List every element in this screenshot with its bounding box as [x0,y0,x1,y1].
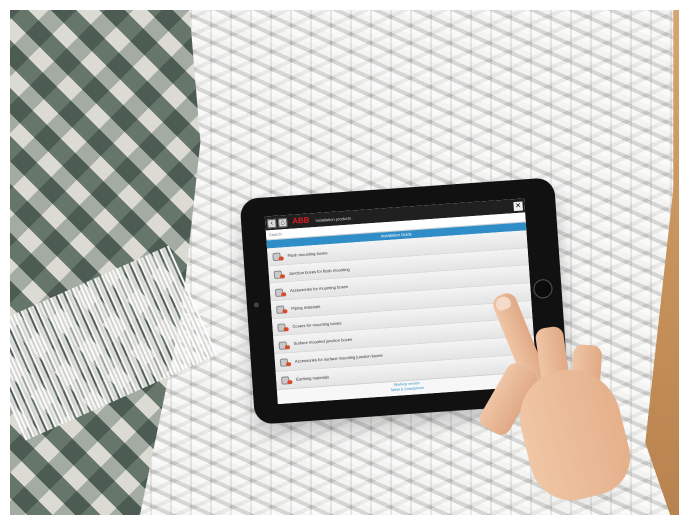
list-item-label: Accessories for mounting boxes [289,284,349,294]
list-item-label: Covers for mounting boxes [292,320,342,329]
app-title: Installation products [315,215,352,223]
list-item-label: Surface mounted junction boxes [293,337,353,347]
product-thumbnail-icon [275,304,288,315]
product-thumbnail-icon [279,357,292,368]
list-item-label: Piping materials [291,303,321,311]
home-icon[interactable]: ⌂ [277,217,288,228]
abb-logo: ABB [291,215,310,226]
list-item-label: Accessories for surface mounting junctio… [294,352,383,364]
product-thumbnail-icon [272,268,285,279]
close-icon[interactable]: ✕ [513,201,523,211]
list-item-label: Flush mounting boxes [287,250,328,258]
product-thumbnail-icon [277,339,290,350]
front-camera-icon [253,302,260,308]
list-item-label: Junction boxes for flush mounting [288,266,350,276]
product-thumbnail-icon [276,321,289,332]
fingernail [493,294,513,313]
back-icon[interactable]: ‹ [266,218,277,228]
hand [476,290,651,515]
photo-scene: ‹ ⌂ ABB Installation products ✕ Search I… [10,10,679,515]
product-thumbnail-icon [274,286,287,297]
product-thumbnail-icon [271,251,284,262]
product-thumbnail-icon [280,374,293,385]
list-item-label: Earthing materials [295,374,330,382]
